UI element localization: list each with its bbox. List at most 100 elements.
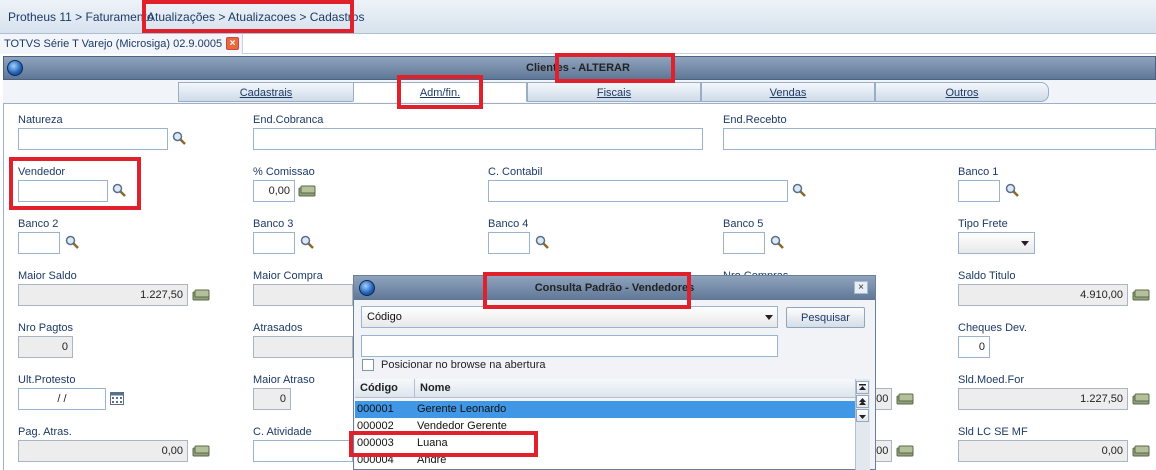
position-browse-checkbox[interactable] [362,359,374,371]
c-atividade-input[interactable] [253,440,353,462]
app-tab[interactable]: TOTVS Série T Varejo (Microsiga) 02.9.00… [0,34,243,54]
sld-lc-se-mf-label: Sld LC SE MF [958,426,1028,438]
end-recebto-label: End.Recebto [723,114,787,126]
money-icon[interactable] [1132,289,1150,301]
banco4-input[interactable] [488,232,530,254]
maior-atraso-input[interactable]: 0 [253,388,291,410]
maior-atraso-label: Maior Atraso [253,374,315,386]
saldo-titulo-input[interactable]: 4.910,00 [958,284,1128,306]
app-tab-label: TOTVS Série T Varejo (Microsiga) 02.9.00… [4,38,223,50]
end-recebto-input[interactable] [723,128,1156,150]
row-code: 000004 [357,454,394,466]
money-icon[interactable] [192,445,210,457]
table-row[interactable]: 000002 Vendedor Gerente [355,418,855,435]
end-cobranca-label: End.Cobranca [253,114,324,126]
money-icon[interactable] [1132,393,1150,405]
tab-fiscais[interactable]: Fiscais [527,82,701,102]
banco2-label: Banco 2 [18,218,59,230]
tab-outros[interactable]: Outros [875,82,1049,102]
maior-saldo-input[interactable]: 1.227,50 [18,284,188,306]
natureza-label: Natureza [18,114,63,126]
search-icon[interactable] [65,235,79,249]
checkbox-label[interactable]: Posicionar no browse na abertura [381,359,545,371]
search-icon[interactable] [172,131,186,145]
saldo-titulo-label: Saldo Titulo [958,270,1016,282]
table-row[interactable]: 000001 Gerente Leonardo [355,401,855,418]
search-by-value: Código [367,311,402,323]
table-row[interactable]: 000003 Luana [355,435,855,452]
search-icon[interactable] [1005,183,1019,197]
ult-protesto-input[interactable]: / / [18,388,106,410]
search-icon[interactable] [112,183,126,197]
dialog-title: Consulta Padrão - Vendedores [534,282,695,294]
scroll-up-icon[interactable] [856,395,869,408]
c-contabil-label: C. Contabil [488,166,543,178]
money-icon[interactable] [192,289,210,301]
maior-compra-label: Maior Compra [253,270,323,282]
window-title: Clientes - ALTERAR [526,62,630,74]
sld-moed-for-input[interactable]: 1.227,50 [958,388,1128,410]
banco3-label: Banco 3 [253,218,294,230]
comissao-input[interactable]: 0,00 [253,180,295,202]
atrasados-input[interactable] [253,336,353,358]
nro-pagtos-label: Nro Pagtos [18,322,74,334]
c-contabil-input[interactable] [488,180,788,202]
money-icon[interactable] [896,445,914,457]
banco2-input[interactable] [18,232,60,254]
tab-cadastrais[interactable]: Cadastrais [178,82,354,102]
row-name: Vendedor Gerente [417,420,507,432]
search-input[interactable] [361,335,778,357]
c-atividade-label: C. Atividade [253,426,312,438]
breadcrumb-module[interactable]: Protheus 11 > Faturamento [8,10,154,24]
scroll-down-icon[interactable] [856,409,869,422]
breadcrumb-path[interactable]: Atualizações > Atualizacoes > Cadastros [147,10,364,24]
scroll-top-icon[interactable] [856,381,869,394]
search-icon[interactable] [535,235,549,249]
vendedor-input[interactable] [18,180,108,202]
pag-atras-label: Pag. Atras. [18,426,72,438]
row-name: Gerente Leonardo [417,403,507,415]
vendedor-label: Vendedor [18,166,66,178]
maior-saldo-label: Maior Saldo [18,270,77,282]
atrasados-label: Atrasados [253,322,303,334]
cheques-dev-input[interactable]: 0 [958,336,990,358]
natureza-input[interactable] [18,128,168,150]
chevron-down-icon [1021,241,1029,246]
calendar-icon[interactable] [110,392,124,405]
close-icon[interactable]: × [226,37,239,50]
row-name: Andre [417,454,447,466]
tab-vendas[interactable]: Vendas [701,82,875,102]
sld-lc-se-mf-input[interactable]: 0,00 [958,440,1128,462]
column-header-codigo[interactable]: Código [360,382,398,394]
chevron-down-icon [765,315,773,320]
search-icon[interactable] [792,183,806,197]
table-row[interactable]: 000004 Andre [355,452,855,469]
money-icon[interactable] [298,185,316,197]
banco1-label: Banco 1 [958,166,999,178]
column-header-nome[interactable]: Nome [420,382,451,394]
maior-compra-input[interactable] [253,284,353,306]
banco5-label: Banco 5 [723,218,764,230]
row-code: 000001 [357,403,394,415]
banco1-input[interactable] [958,180,1000,202]
tab-adm-fin[interactable]: Adm/fin. [353,82,527,102]
sld-moed-for-label: Sld.Moed.For [958,374,1025,386]
nro-pagtos-input[interactable]: 0 [18,336,73,358]
money-icon[interactable] [896,393,914,405]
row-name: Luana [417,437,448,449]
search-button[interactable]: Pesquisar [786,307,865,328]
close-icon[interactable]: × [854,281,868,294]
pag-atras-input[interactable]: 0,00 [18,440,188,462]
end-cobranca-input[interactable] [253,128,703,150]
banco4-label: Banco 4 [488,218,529,230]
banco5-input[interactable] [723,232,765,254]
search-icon[interactable] [300,235,314,249]
search-icon[interactable] [770,235,784,249]
row-code: 000003 [357,437,394,449]
tipo-frete-label: Tipo Frete [958,218,1008,230]
search-by-select[interactable]: Código [361,306,778,328]
comissao-label: % Comissao [253,166,315,178]
banco3-input[interactable] [253,232,295,254]
money-icon[interactable] [1132,445,1150,457]
column-divider [414,379,415,398]
